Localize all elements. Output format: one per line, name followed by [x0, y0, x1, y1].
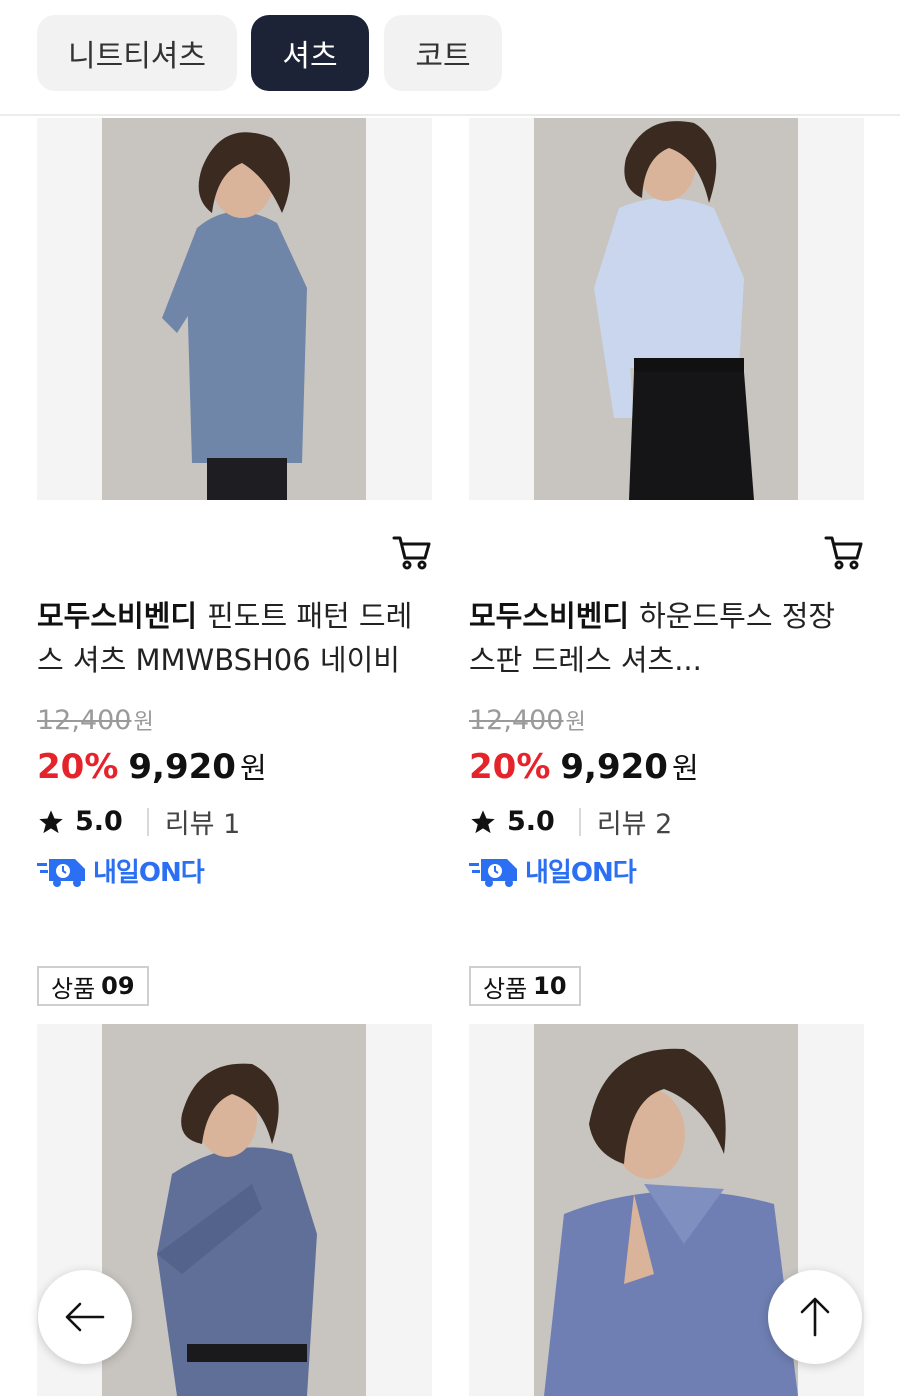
original-price-value: 12,400 — [37, 705, 132, 736]
rating-score: 5.0 — [507, 806, 555, 837]
brand-name: 모두스비벤디 — [37, 599, 198, 633]
delivery-truck-icon — [37, 858, 85, 887]
delivery-badge: 내일ON다 — [469, 852, 637, 889]
original-price-unit: 원 — [133, 710, 154, 735]
product-number-badge: 상품 10 — [469, 966, 581, 1006]
arrow-up-icon — [800, 1297, 830, 1337]
cart-icon[interactable] — [824, 532, 864, 572]
rating-row: 5.0 리뷰 1 — [37, 802, 240, 841]
tab-knit-tshirt[interactable]: 니트티셔츠 — [37, 15, 237, 91]
cart-icon[interactable] — [392, 532, 432, 572]
price-value: 9,920 — [560, 747, 668, 787]
category-tabs: 니트티셔츠 셔츠 코트 — [0, 0, 900, 116]
rating-row: 5.0 리뷰 2 — [469, 802, 672, 841]
scroll-top-button[interactable] — [768, 1270, 862, 1364]
product-card[interactable]: 모두스비벤디 핀도트 패턴 드레스 셔츠 MMWBSH06 네이비 12,400원… — [37, 118, 432, 918]
rating-score: 5.0 — [75, 806, 123, 837]
product-number-badge: 상품 09 — [37, 966, 149, 1006]
star-icon — [471, 809, 495, 833]
product-image[interactable] — [37, 118, 432, 500]
sale-price: 20% 9,920 원 — [469, 745, 699, 787]
badge-label: 상품 — [51, 974, 96, 1003]
divider — [146, 807, 149, 836]
original-price-value: 12,400 — [469, 705, 564, 736]
badge-number: 10 — [533, 972, 567, 1000]
product-image[interactable] — [469, 118, 864, 500]
price-value: 9,920 — [128, 747, 236, 787]
price-unit: 원 — [239, 751, 267, 785]
original-price: 12,400원 — [469, 704, 586, 736]
badge-label: 상품 — [483, 974, 528, 1003]
back-button[interactable] — [38, 1270, 132, 1364]
product-photo — [534, 118, 798, 500]
discount-rate: 20% — [469, 747, 551, 787]
review-count[interactable]: 리뷰 1 — [165, 802, 240, 841]
product-photo — [102, 1024, 366, 1396]
delivery-label: 내일ON다 — [93, 858, 205, 888]
product-card[interactable]: 모두스비벤디 하운드투스 정장 스판 드레스 셔츠... 12,400원 20% 9… — [469, 118, 864, 918]
delivery-label: 내일ON다 — [525, 858, 637, 888]
star-icon — [39, 809, 63, 833]
discount-rate: 20% — [37, 747, 119, 787]
divider — [578, 807, 581, 836]
product-photo — [534, 1024, 798, 1396]
delivery-truck-icon — [469, 858, 517, 887]
arrow-left-icon — [65, 1302, 105, 1332]
product-photo — [102, 118, 366, 500]
price-unit: 원 — [671, 751, 699, 785]
tab-coat[interactable]: 코트 — [384, 15, 502, 91]
original-price-unit: 원 — [565, 710, 586, 735]
product-title[interactable]: 모두스비벤디 하운드투스 정장 스판 드레스 셔츠... — [469, 594, 864, 682]
product-title[interactable]: 모두스비벤디 핀도트 패턴 드레스 셔츠 MMWBSH06 네이비 — [37, 594, 432, 682]
tab-shirts[interactable]: 셔츠 — [251, 15, 369, 91]
badge-number: 09 — [101, 972, 135, 1000]
original-price: 12,400원 — [37, 704, 154, 736]
delivery-badge: 내일ON다 — [37, 852, 205, 889]
sale-price: 20% 9,920 원 — [37, 745, 267, 787]
brand-name: 모두스비벤디 — [469, 599, 630, 633]
review-count[interactable]: 리뷰 2 — [597, 802, 672, 841]
